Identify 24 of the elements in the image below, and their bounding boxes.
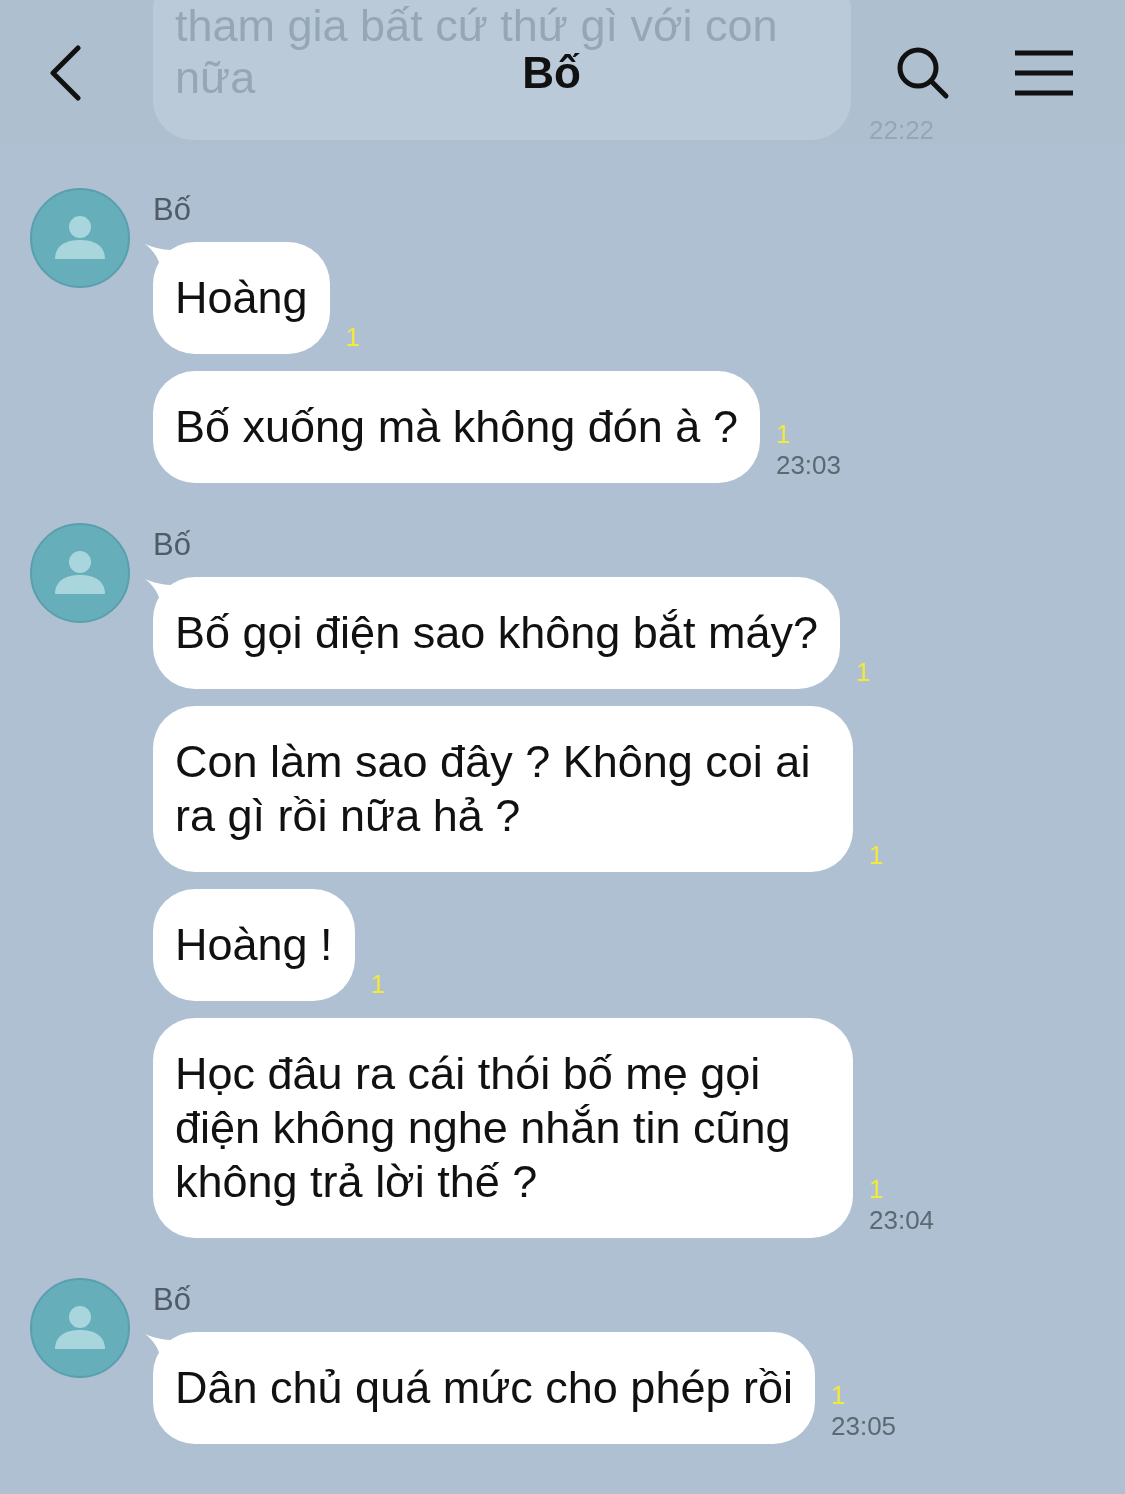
read-count: 1 — [855, 657, 871, 687]
sender-name: Bố — [153, 1281, 192, 1319]
read-count: 1 — [869, 840, 884, 870]
message-time: 23:03 — [775, 449, 841, 481]
sender-name: Bố — [153, 526, 192, 564]
back-icon — [48, 44, 82, 101]
message-text: Con làm sao đây ? Không coi ai ra gì rồi nữa hả ? — [175, 735, 812, 843]
sender-name: Bố — [153, 191, 192, 229]
read-count: 1 — [831, 1380, 846, 1410]
chat-title: Bố — [522, 47, 581, 99]
message-text: Hoàng — [175, 271, 308, 325]
message-text: Hoàng ! — [175, 918, 333, 972]
search-icon — [896, 45, 950, 100]
message-text: Bố gọi điện sao không bắt máy? — [175, 606, 818, 660]
message-time: 23:04 — [869, 1204, 935, 1236]
read-count: 1 — [345, 322, 361, 352]
message-text: Học đâu ra cái thói bố mẹ gọi điện không nghe nhắn tin cũng không trả lời thế ? — [175, 1047, 792, 1209]
read-count: 1 — [370, 969, 386, 999]
message-text: Bố xuống mà không đón à ? — [175, 400, 738, 454]
read-count: 1 — [869, 1174, 884, 1204]
message-text: Dân chủ quá mức cho phép rồi — [175, 1361, 793, 1415]
message-time: 23:05 — [831, 1410, 897, 1442]
read-count: 1 — [775, 419, 791, 449]
menu-icon — [1013, 48, 1075, 97]
